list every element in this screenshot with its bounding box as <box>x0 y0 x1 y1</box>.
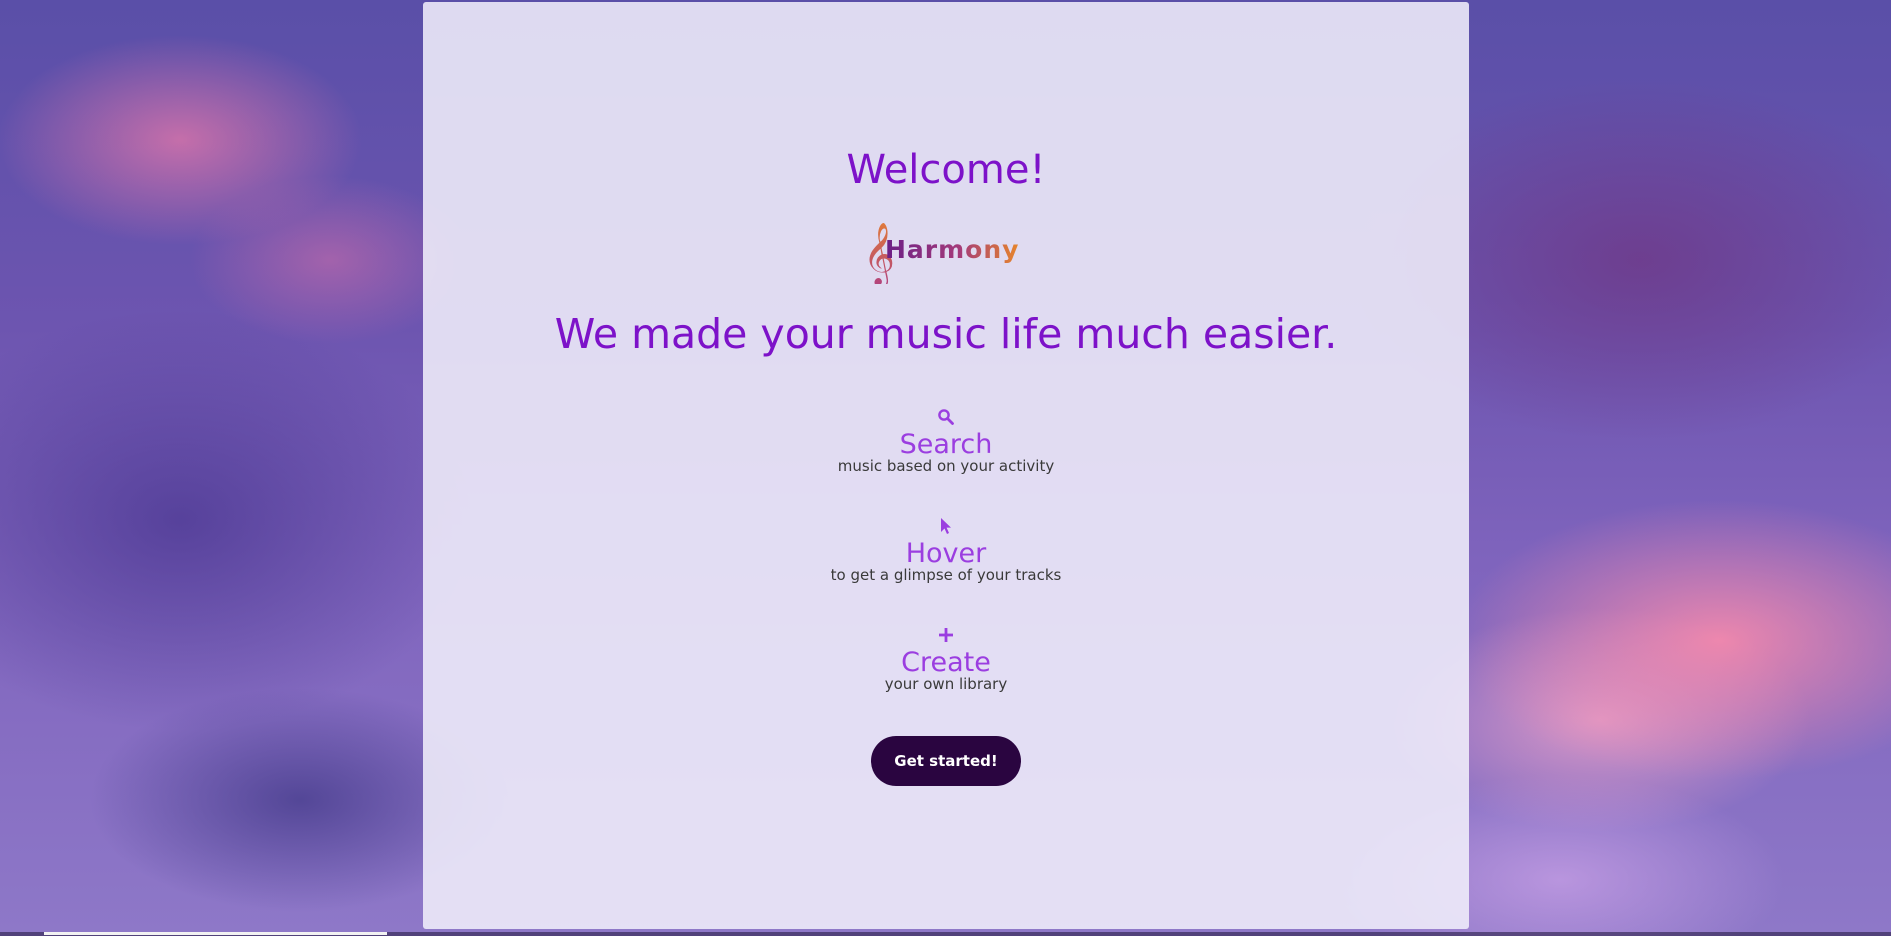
logo-text: Harmony <box>885 235 1019 264</box>
feature-hover: Hover to get a glimpse of your tracks <box>423 517 1469 583</box>
horizontal-scrollbar[interactable] <box>0 932 1891 936</box>
feature-title: Search <box>899 429 993 460</box>
feature-search: Search music based on your activity <box>423 408 1469 474</box>
welcome-panel: Welcome! 𝄞 Harmony We made your music li… <box>423 2 1469 929</box>
welcome-content: Welcome! 𝄞 Harmony We made your music li… <box>423 2 1469 929</box>
welcome-heading: Welcome! <box>846 147 1046 193</box>
search-icon <box>937 408 955 426</box>
cursor-icon <box>937 517 955 535</box>
feature-title: Hover <box>905 538 987 569</box>
tagline: We made your music life much easier. <box>554 310 1338 358</box>
feature-description: to get a glimpse of your tracks <box>830 566 1062 584</box>
plus-icon <box>937 626 955 644</box>
feature-description: your own library <box>884 675 1008 693</box>
harmony-logo-graphic: 𝄞 Harmony <box>863 222 1019 288</box>
feature-title: Create <box>901 647 991 678</box>
get-started-button[interactable]: Get started! <box>871 736 1021 786</box>
harmony-logo: 𝄞 Harmony <box>863 222 1033 288</box>
feature-create: Create your own library <box>423 626 1469 692</box>
scrollbar-thumb[interactable] <box>44 932 387 935</box>
feature-description: music based on your activity <box>837 457 1055 475</box>
